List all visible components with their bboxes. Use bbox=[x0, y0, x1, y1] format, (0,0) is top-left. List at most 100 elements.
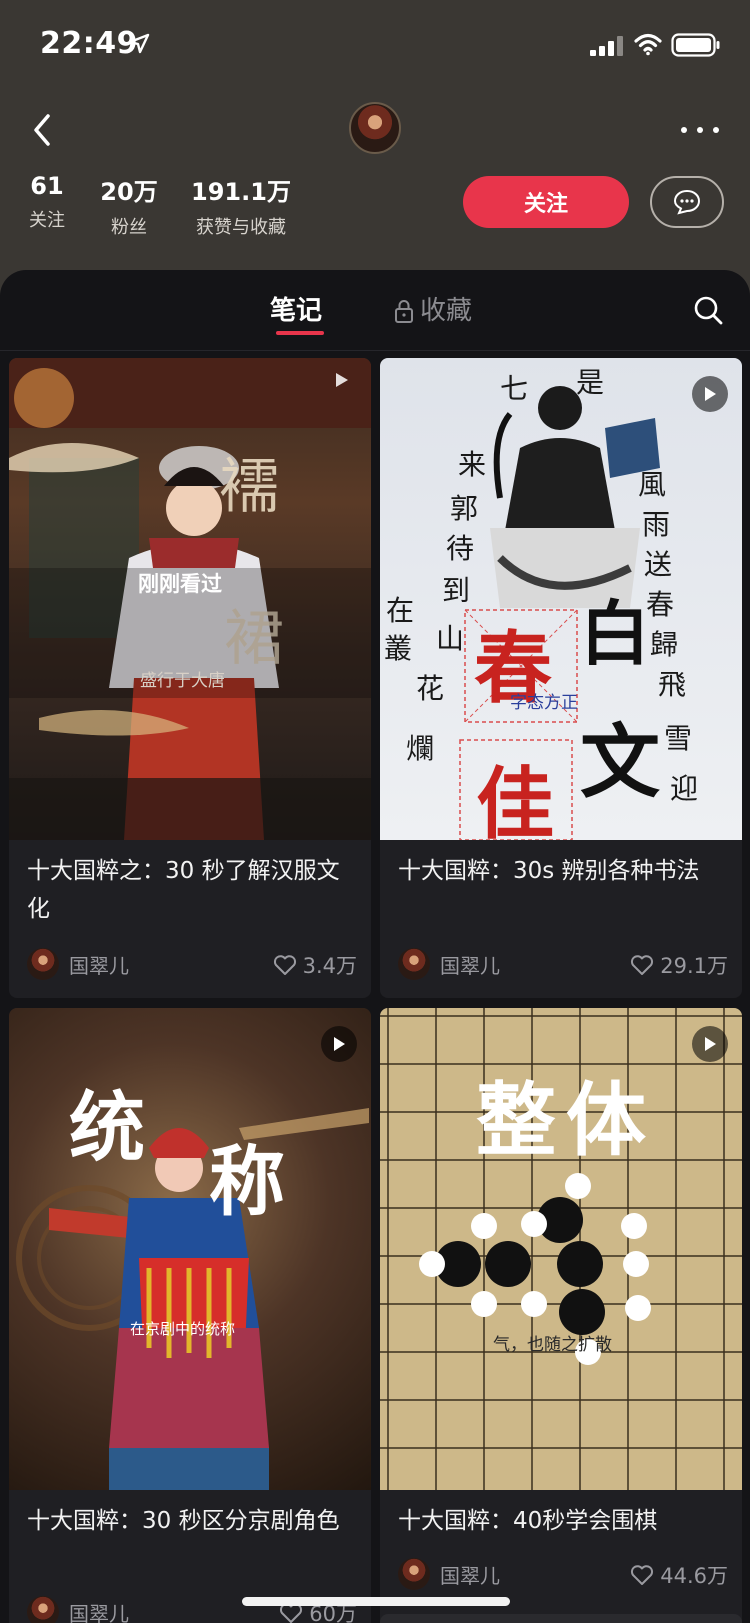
note-card-weiqi[interactable]: 整 体 气，也随之扩散 十大国粹：40秒学会围棋 国翠儿 44.6万 bbox=[380, 1008, 742, 1623]
svg-text:雪: 雪 bbox=[664, 722, 692, 755]
svg-text:迎: 迎 bbox=[670, 772, 698, 805]
art-char-2: 体 bbox=[566, 1073, 646, 1167]
note-title[interactable]: 十大国粹之：30 秒了解汉服文化 bbox=[27, 852, 357, 928]
svg-text:雨: 雨 bbox=[642, 508, 670, 541]
note-meta: 国翠儿 44.6万 bbox=[398, 1556, 728, 1592]
go-board-illustration bbox=[380, 1008, 742, 1490]
battery-icon bbox=[671, 33, 720, 57]
author-avatar[interactable] bbox=[398, 1558, 430, 1590]
stat-following[interactable]: 61 关注 bbox=[24, 172, 70, 232]
lock-icon bbox=[395, 300, 413, 323]
heart-icon bbox=[273, 955, 296, 975]
note-thumbnail[interactable]: 统 称 在京剧中的统称 bbox=[9, 1008, 371, 1490]
svg-text:飛: 飛 bbox=[658, 668, 686, 701]
chat-bubble-icon bbox=[673, 189, 701, 215]
white-stone bbox=[625, 1295, 651, 1321]
art-char-4: 佳 bbox=[476, 759, 555, 840]
svg-text:是: 是 bbox=[576, 366, 604, 399]
recently-viewed-label: 刚刚看过 bbox=[138, 572, 222, 596]
cellular-signal-icon bbox=[590, 36, 623, 56]
white-stone bbox=[471, 1291, 497, 1317]
follow-button[interactable]: 关注 bbox=[463, 176, 629, 228]
tabs-divider bbox=[0, 350, 750, 351]
like-count-value: 44.6万 bbox=[660, 1564, 728, 1588]
like-count-value: 29.1万 bbox=[660, 954, 728, 978]
author-name[interactable]: 国翠儿 bbox=[69, 950, 129, 979]
location-arrow-icon bbox=[128, 33, 150, 54]
note-thumbnail[interactable]: 整 体 气，也随之扩散 bbox=[380, 1008, 742, 1490]
heart-icon bbox=[631, 955, 654, 975]
stat-likes-label: 获赞与收藏 bbox=[196, 217, 286, 238]
stat-fans[interactable]: 20万 粉丝 bbox=[96, 172, 162, 239]
stat-fans-value: 20万 bbox=[100, 178, 158, 206]
status-bar: 22:49 bbox=[0, 0, 750, 90]
note-thumbnail[interactable]: 襦 裙 刚刚看过 盛行于大唐 bbox=[9, 358, 371, 840]
video-caption: 字态方正 bbox=[510, 693, 578, 713]
author-avatar[interactable] bbox=[27, 1596, 59, 1623]
svg-text:来: 来 bbox=[458, 448, 486, 481]
play-icon bbox=[705, 387, 716, 401]
black-stone bbox=[485, 1241, 531, 1287]
stat-likes[interactable]: 191.1万 获赞与收藏 bbox=[186, 172, 296, 239]
white-stone bbox=[471, 1213, 497, 1239]
like-count[interactable]: 44.6万 bbox=[630, 1560, 728, 1590]
art-char-1: 襦 bbox=[219, 452, 279, 522]
note-meta: 国翠儿 3.4万 bbox=[27, 946, 357, 982]
svg-text:山: 山 bbox=[436, 622, 464, 655]
back-chevron-icon[interactable] bbox=[26, 106, 62, 154]
note-card-calligraphy[interactable]: 是 七 来 郭 待 到 山 花 爛 在 叢 風 雨 送 春 歸 飛 雪 迎 春 bbox=[380, 358, 742, 998]
author-avatar[interactable] bbox=[27, 948, 59, 980]
note-title[interactable]: 十大国粹：30 秒区分京剧角色 bbox=[27, 1502, 357, 1540]
heart-icon bbox=[631, 1565, 654, 1585]
art-char-1: 整 bbox=[476, 1073, 560, 1167]
stat-following-value: 61 bbox=[30, 172, 64, 200]
svg-text:叢: 叢 bbox=[384, 632, 412, 665]
art-char-2: 称 bbox=[209, 1137, 285, 1226]
stat-following-label: 关注 bbox=[29, 210, 65, 231]
white-stone bbox=[521, 1291, 547, 1317]
home-indicator[interactable] bbox=[242, 1597, 510, 1606]
like-count[interactable]: 29.1万 bbox=[630, 950, 728, 980]
white-stone bbox=[565, 1173, 591, 1199]
note-title[interactable]: 十大国粹：30s 辨别各种书法 bbox=[398, 852, 728, 890]
video-caption: 在京剧中的统称 bbox=[130, 1320, 236, 1338]
svg-text:郭: 郭 bbox=[450, 492, 478, 525]
like-count-value: 3.4万 bbox=[302, 954, 357, 978]
play-icon bbox=[705, 1037, 716, 1051]
tab-collections[interactable]: 收藏 bbox=[420, 290, 472, 327]
note-card-hanfu[interactable]: 襦 裙 刚刚看过 盛行于大唐 十大国粹之：30 秒了解汉服文化 国翠儿 3.4万 bbox=[9, 358, 371, 998]
play-icon bbox=[336, 373, 348, 387]
svg-text:爛: 爛 bbox=[406, 732, 434, 765]
profile-avatar[interactable] bbox=[349, 102, 401, 154]
note-title[interactable]: 十大国粹：40秒学会围棋 bbox=[398, 1502, 728, 1540]
svg-text:風: 風 bbox=[638, 468, 666, 501]
calligraphy-illustration: 是 七 来 郭 待 到 山 花 爛 在 叢 風 雨 送 春 歸 飛 雪 迎 bbox=[384, 366, 698, 840]
more-options-icon[interactable] bbox=[678, 118, 722, 142]
author-name[interactable]: 国翠儿 bbox=[440, 950, 500, 979]
stat-likes-value: 191.1万 bbox=[191, 178, 291, 206]
svg-text:春: 春 bbox=[646, 588, 674, 621]
play-button[interactable] bbox=[321, 1026, 357, 1062]
svg-text:送: 送 bbox=[644, 548, 672, 581]
author-avatar[interactable] bbox=[398, 948, 430, 980]
message-button[interactable] bbox=[650, 176, 724, 228]
author-name[interactable]: 国翠儿 bbox=[69, 1598, 129, 1623]
note-thumbnail[interactable]: 是 七 来 郭 待 到 山 花 爛 在 叢 風 雨 送 春 歸 飛 雪 迎 春 bbox=[380, 358, 742, 840]
search-icon[interactable] bbox=[692, 294, 724, 326]
art-char-1: 统 bbox=[69, 1083, 145, 1172]
play-button[interactable] bbox=[692, 1026, 728, 1062]
white-stone bbox=[623, 1251, 649, 1277]
stat-fans-label: 粉丝 bbox=[111, 217, 147, 238]
note-card-peking-opera[interactable]: 统 称 在京剧中的统称 十大国粹：30 秒区分京剧角色 国翠儿 60万 bbox=[9, 1008, 371, 1623]
svg-text:花: 花 bbox=[416, 672, 444, 705]
like-count[interactable]: 3.4万 bbox=[273, 950, 357, 980]
art-char-2: 白 bbox=[580, 592, 650, 675]
play-button[interactable] bbox=[692, 376, 728, 412]
tab-notes[interactable]: 笔记 bbox=[270, 290, 322, 327]
author-name[interactable]: 国翠儿 bbox=[440, 1560, 500, 1589]
active-tab-indicator bbox=[276, 331, 324, 335]
svg-text:七: 七 bbox=[500, 372, 528, 405]
wifi-icon bbox=[634, 33, 662, 56]
opera-illustration bbox=[16, 1108, 369, 1490]
svg-text:到: 到 bbox=[442, 574, 470, 607]
